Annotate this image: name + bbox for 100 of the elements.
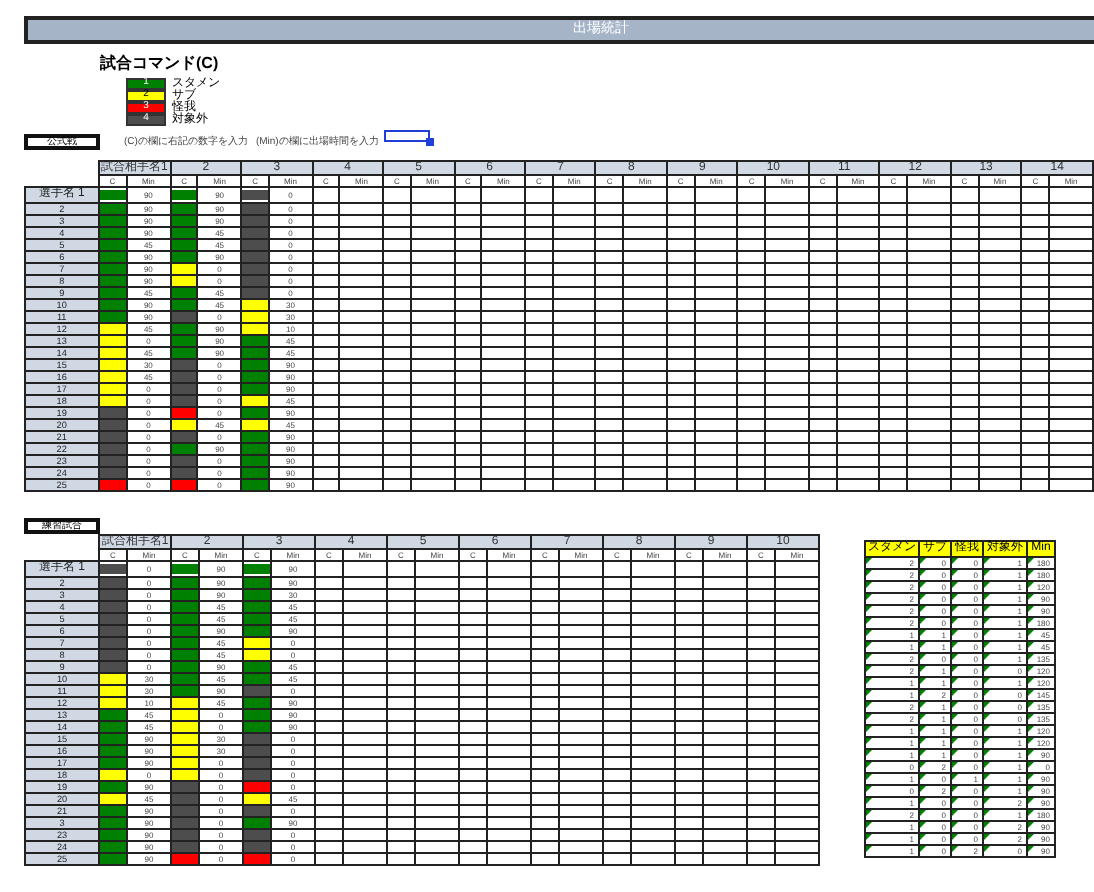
status-cell[interactable]	[99, 468, 126, 478]
status-cell[interactable]	[242, 360, 268, 370]
status-cell[interactable]	[100, 722, 126, 732]
status-cell[interactable]	[244, 854, 270, 864]
status-cell[interactable]	[172, 662, 198, 672]
status-cell[interactable]	[171, 300, 197, 310]
status-cell[interactable]	[100, 782, 126, 792]
status-cell[interactable]	[172, 818, 198, 828]
status-cell[interactable]	[244, 662, 270, 672]
status-cell[interactable]	[172, 638, 198, 648]
fill-handle[interactable]	[426, 138, 435, 146]
status-cell[interactable]	[172, 578, 198, 588]
status-cell[interactable]	[99, 240, 126, 250]
status-cell[interactable]	[244, 638, 270, 648]
status-cell[interactable]	[244, 674, 270, 684]
status-cell[interactable]	[242, 190, 268, 200]
status-cell[interactable]	[244, 770, 270, 780]
status-cell[interactable]	[242, 480, 268, 490]
status-cell[interactable]	[172, 806, 198, 816]
status-cell[interactable]	[99, 408, 126, 418]
status-cell[interactable]	[242, 312, 268, 322]
status-cell[interactable]	[171, 324, 197, 334]
status-cell[interactable]	[99, 384, 126, 394]
status-cell[interactable]	[100, 746, 126, 756]
status-cell[interactable]	[244, 614, 270, 624]
status-cell[interactable]	[100, 830, 126, 840]
status-cell[interactable]	[171, 372, 197, 382]
status-cell[interactable]	[171, 276, 197, 286]
status-cell[interactable]	[99, 420, 126, 430]
status-cell[interactable]	[171, 240, 197, 250]
status-cell[interactable]	[172, 602, 198, 612]
status-cell[interactable]	[99, 444, 126, 454]
status-cell[interactable]	[172, 614, 198, 624]
status-cell[interactable]	[242, 252, 268, 262]
status-cell[interactable]	[244, 626, 270, 636]
status-cell[interactable]	[99, 264, 126, 274]
status-cell[interactable]	[244, 602, 270, 612]
status-cell[interactable]	[99, 324, 126, 334]
status-cell[interactable]	[244, 782, 270, 792]
status-cell[interactable]	[172, 794, 198, 804]
status-cell[interactable]	[100, 614, 126, 624]
status-cell[interactable]	[100, 626, 126, 636]
status-cell[interactable]	[242, 336, 268, 346]
status-cell[interactable]	[242, 204, 268, 214]
status-cell[interactable]	[171, 288, 197, 298]
status-cell[interactable]	[242, 444, 268, 454]
status-cell[interactable]	[242, 384, 268, 394]
status-cell[interactable]	[244, 578, 270, 588]
status-cell[interactable]	[99, 252, 126, 262]
status-cell[interactable]	[171, 408, 197, 418]
status-cell[interactable]	[171, 468, 197, 478]
status-cell[interactable]	[172, 830, 198, 840]
status-cell[interactable]	[242, 420, 268, 430]
status-cell[interactable]	[172, 746, 198, 756]
status-cell[interactable]	[99, 480, 126, 490]
status-cell[interactable]	[171, 190, 197, 200]
status-cell[interactable]	[171, 384, 197, 394]
status-cell[interactable]	[99, 288, 126, 298]
status-cell[interactable]	[99, 396, 126, 406]
status-cell[interactable]	[100, 758, 126, 768]
status-cell[interactable]	[242, 432, 268, 442]
status-cell[interactable]	[100, 794, 126, 804]
status-cell[interactable]	[171, 264, 197, 274]
status-cell[interactable]	[172, 698, 198, 708]
status-cell[interactable]	[172, 842, 198, 852]
status-cell[interactable]	[171, 348, 197, 358]
status-cell[interactable]	[99, 204, 126, 214]
status-cell[interactable]	[244, 830, 270, 840]
status-cell[interactable]	[244, 698, 270, 708]
status-cell[interactable]	[100, 806, 126, 816]
status-cell[interactable]	[244, 710, 270, 720]
status-cell[interactable]	[100, 710, 126, 720]
status-cell[interactable]	[100, 650, 126, 660]
status-cell[interactable]	[172, 650, 198, 660]
status-cell[interactable]	[99, 372, 126, 382]
status-cell[interactable]	[242, 324, 268, 334]
status-cell[interactable]	[100, 854, 126, 864]
status-cell[interactable]	[242, 468, 268, 478]
status-cell[interactable]	[171, 432, 197, 442]
status-cell[interactable]	[100, 602, 126, 612]
status-cell[interactable]	[242, 396, 268, 406]
status-cell[interactable]	[172, 626, 198, 636]
status-cell[interactable]	[171, 252, 197, 262]
status-cell[interactable]	[244, 842, 270, 852]
status-cell[interactable]	[244, 686, 270, 696]
status-cell[interactable]	[244, 650, 270, 660]
status-cell[interactable]	[100, 734, 126, 744]
status-cell[interactable]	[244, 734, 270, 744]
status-cell[interactable]	[171, 228, 197, 238]
status-cell[interactable]	[172, 722, 198, 732]
status-cell[interactable]	[171, 312, 197, 322]
status-cell[interactable]	[172, 734, 198, 744]
status-cell[interactable]	[100, 638, 126, 648]
status-cell[interactable]	[100, 818, 126, 828]
status-cell[interactable]	[100, 842, 126, 852]
status-cell[interactable]	[242, 228, 268, 238]
status-cell[interactable]	[242, 276, 268, 286]
status-cell[interactable]	[172, 770, 198, 780]
status-cell[interactable]	[171, 420, 197, 430]
status-cell[interactable]	[242, 300, 268, 310]
